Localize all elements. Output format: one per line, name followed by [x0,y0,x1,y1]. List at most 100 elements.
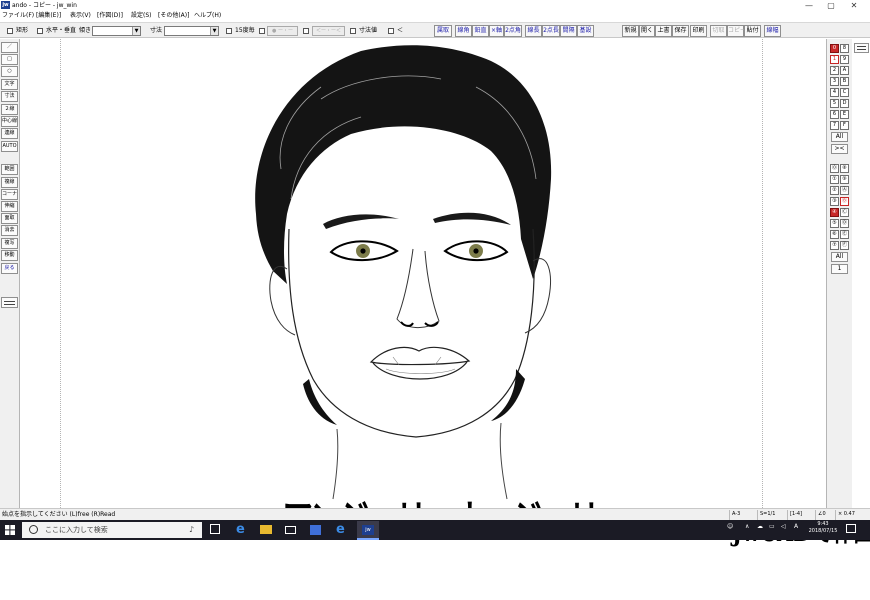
volume-icon[interactable]: ◁ [781,523,786,530]
line-angle-button[interactable]: 線角 [455,25,472,37]
menu-edit[interactable]: [編集(E)] [36,12,61,20]
line-type-checkbox[interactable] [259,28,265,34]
menu-draw[interactable]: [作図(D)] [97,12,123,20]
jw-taskbar-button[interactable]: jw [357,521,379,540]
tool-move[interactable]: 移動 [1,250,18,261]
layer-group-8[interactable]: 8 [840,44,849,53]
layer-group-1[interactable]: 1 [830,55,839,64]
scale-display[interactable]: S=1/1 [757,510,775,520]
save-button[interactable]: 保存 [672,25,689,37]
x-axis-button[interactable]: ×軸 [489,25,504,37]
tool-range[interactable]: 範囲 [1,164,18,175]
tray-chevron-icon[interactable]: ∧ [745,523,749,530]
maximize-button[interactable]: ▢ [820,0,842,11]
dimension-combo[interactable]: ▼ [164,26,219,36]
ie-icon[interactable]: e [336,522,345,538]
file-explorer-icon[interactable] [260,525,272,534]
layer-group-7[interactable]: 7 [830,121,839,130]
layer-e[interactable]: Ⓔ [840,230,849,239]
base-set-button[interactable]: 基設 [577,25,594,37]
menu-view[interactable]: 表示(V) [70,12,91,20]
layer-8[interactable]: ⑧ [840,164,849,173]
tool-center-line[interactable]: 中心線 [1,116,18,127]
people-icon[interactable]: ☺ [727,523,733,530]
layer-2[interactable]: ② [830,186,839,195]
tool-offset[interactable]: 複線 [1,177,18,188]
layer-group-0[interactable]: 0 [830,44,839,53]
side-toggle-button[interactable] [854,43,869,53]
layer-7[interactable]: ⑦ [830,241,839,250]
horiz-vert-checkbox[interactable] [37,28,43,34]
task-view-icon[interactable] [210,524,220,534]
menu-settings[interactable]: 設定(S) [131,12,152,20]
menu-other[interactable]: [その他(A)] [158,12,189,20]
store-icon[interactable] [310,525,321,535]
mail-icon[interactable] [285,526,296,534]
ime-indicator[interactable]: A [794,523,798,530]
layer-one-button[interactable]: 1 [831,264,848,274]
two-point-length-button[interactable]: 2点長 [542,25,560,37]
open-button[interactable]: 開く [639,25,655,37]
tilt-combo[interactable]: ▼ [92,26,141,36]
layer-group-c[interactable]: C [840,88,849,97]
menu-help[interactable]: ヘルプ(H) [194,12,221,20]
layer-group-9[interactable]: 9 [840,55,849,64]
layer-group-f[interactable]: F [840,121,849,130]
layer-b[interactable]: Ⓑ [840,197,849,206]
tool-line[interactable]: ／ [1,42,18,53]
two-point-angle-button[interactable]: 2点角 [504,25,522,37]
layer-5[interactable]: ⑤ [830,219,839,228]
paper-size[interactable]: A-3 [729,510,740,520]
tool-text[interactable]: 文字 [1,79,18,90]
taskbar-search[interactable]: ここに入力して検索 ♪ [22,522,202,538]
microphone-icon[interactable]: ♪ [189,525,194,534]
tool-extend[interactable]: 伸縮 [1,201,18,212]
copy-button[interactable]: コピー [727,25,746,37]
layer-group-5[interactable]: 5 [830,99,839,108]
notification-icon[interactable] [846,524,856,533]
tool-double-line[interactable]: ２線 [1,104,18,115]
line-width-button[interactable]: 線幅 [764,25,781,37]
angle-display[interactable]: ∠0 [815,510,826,520]
interval-button[interactable]: 間隔 [560,25,577,37]
layer-group-swap-button[interactable]: >< [831,144,848,154]
clock[interactable]: 9:43 2018/07/15 [808,521,838,535]
layer-3[interactable]: ③ [830,197,839,206]
rect-checkbox[interactable] [7,28,13,34]
menu-file[interactable]: ファイル(F) [2,12,34,20]
tool-circle[interactable]: ○ [1,66,18,77]
cloud-icon[interactable]: ☁ [757,523,763,530]
layer-f[interactable]: Ⓕ [840,241,849,250]
minimize-button[interactable]: — [798,0,820,11]
tool-chamfer[interactable]: 面取 [1,213,18,224]
edge-icon[interactable]: e [236,522,245,538]
paste-button[interactable]: 貼付 [744,25,761,37]
layer-0[interactable]: ⓪ [830,164,839,173]
layer-9[interactable]: ⑨ [840,175,849,184]
layer-d[interactable]: Ⓓ [840,219,849,228]
layer-display[interactable]: [1-4] [787,510,802,520]
tool-copy[interactable]: 複写 [1,238,18,249]
layer-group-2[interactable]: 2 [830,66,839,75]
arrow-checkbox[interactable] [303,28,309,34]
line-length-button[interactable]: 線長 [525,25,542,37]
layer-group-6[interactable]: 6 [830,110,839,119]
tool-corner[interactable]: コーナー [1,189,18,200]
tool-continuous-line[interactable]: 連線 [1,128,18,139]
panel-toggle-button[interactable] [1,297,18,308]
layer-group-e[interactable]: E [840,110,849,119]
tool-rect[interactable]: □ [1,54,18,65]
layer-1[interactable]: ① [830,175,839,184]
layer-c[interactable]: Ⓒ [840,208,849,217]
deg15-checkbox[interactable] [226,28,232,34]
vertical-button[interactable]: 鉛直 [472,25,489,37]
new-button[interactable]: 新規 [622,25,639,37]
layer-4[interactable]: ④ [830,208,839,217]
layer-6[interactable]: ⑥ [830,230,839,239]
overwrite-button[interactable]: 上書 [655,25,672,37]
close-button[interactable]: ✕ [843,0,865,11]
layer-all-button[interactable]: All [831,252,848,262]
dim-value-checkbox[interactable] [350,28,356,34]
layer-group-3[interactable]: 3 [830,77,839,86]
layer-group-all-button[interactable]: All [831,132,848,142]
